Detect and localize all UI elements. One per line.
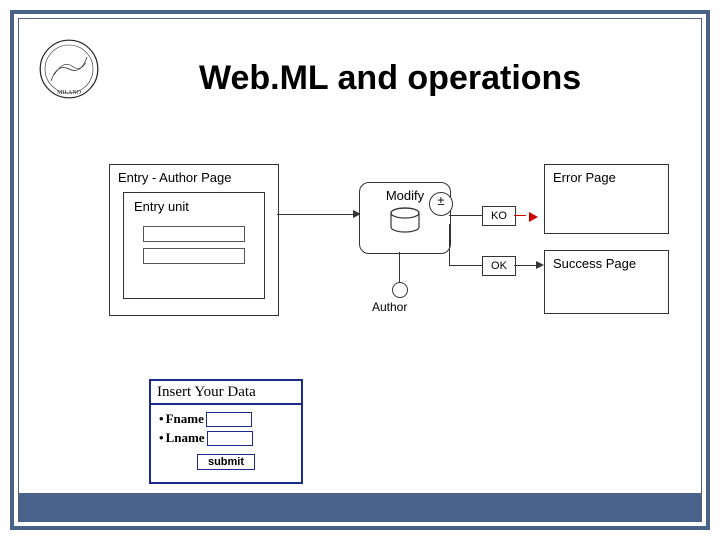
webml-operations-diagram: Entry - Author Page Entry unit Modify bbox=[109, 164, 669, 344]
lname-input[interactable] bbox=[207, 431, 253, 446]
arrow-ok-to-success bbox=[514, 265, 538, 266]
slide-outer-frame: MILANO Web.ML and operations Entry - Aut… bbox=[10, 10, 710, 530]
insert-data-form-mockup: Insert Your Data • Fname • Lname submit bbox=[149, 379, 303, 484]
author-connector-line bbox=[399, 252, 410, 284]
arrow-modify-to-ko bbox=[449, 215, 482, 216]
entry-unit-title: Entry unit bbox=[124, 193, 264, 220]
arrow-modify-to-ok bbox=[459, 265, 482, 266]
arrow-entry-to-modify bbox=[277, 214, 359, 215]
slide-inner-frame: MILANO Web.ML and operations Entry - Aut… bbox=[18, 18, 702, 522]
form-row-fname: • Fname bbox=[159, 411, 293, 427]
author-attachment-circle-icon bbox=[392, 282, 408, 298]
ok-branch-label: OK bbox=[482, 256, 516, 276]
fname-input[interactable] bbox=[206, 412, 252, 427]
ko-branch-label: KO bbox=[482, 206, 516, 226]
ko-arrow-head-icon bbox=[529, 212, 538, 222]
database-cylinder-icon bbox=[388, 207, 422, 235]
footer-bar bbox=[19, 493, 701, 521]
success-page-label: Success Page bbox=[553, 256, 636, 271]
success-page-box: Success Page bbox=[544, 250, 669, 314]
arrow-ko-segment bbox=[514, 215, 526, 216]
plus-minus-icon: ± bbox=[429, 192, 453, 216]
politecnico-logo-icon: MILANO bbox=[39, 39, 99, 99]
arrow-head-icon bbox=[536, 261, 544, 269]
author-label: Author bbox=[372, 300, 407, 314]
entry-unit-field-placeholder bbox=[143, 248, 245, 264]
svg-text:MILANO: MILANO bbox=[57, 90, 82, 96]
submit-button[interactable]: submit bbox=[197, 454, 255, 470]
field-label: Lname bbox=[166, 430, 205, 446]
slide-title: Web.ML and operations bbox=[199, 59, 681, 98]
form-body: • Fname • Lname submit bbox=[151, 405, 301, 482]
entry-author-page-box: Entry - Author Page Entry unit bbox=[109, 164, 279, 316]
error-page-box: Error Page bbox=[544, 164, 669, 234]
entry-unit-box: Entry unit bbox=[123, 192, 265, 299]
bullet-icon: • bbox=[159, 430, 164, 446]
entry-page-title: Entry - Author Page bbox=[110, 165, 278, 188]
arrow-modify-vertical bbox=[449, 224, 450, 265]
bullet-icon: • bbox=[159, 411, 164, 427]
form-row-lname: • Lname bbox=[159, 430, 293, 446]
field-label: Fname bbox=[166, 411, 204, 427]
entry-unit-field-placeholder bbox=[143, 226, 245, 242]
arrow-modify-to-ok-stub bbox=[449, 265, 459, 266]
error-page-label: Error Page bbox=[553, 170, 616, 185]
form-header: Insert Your Data bbox=[151, 381, 301, 405]
